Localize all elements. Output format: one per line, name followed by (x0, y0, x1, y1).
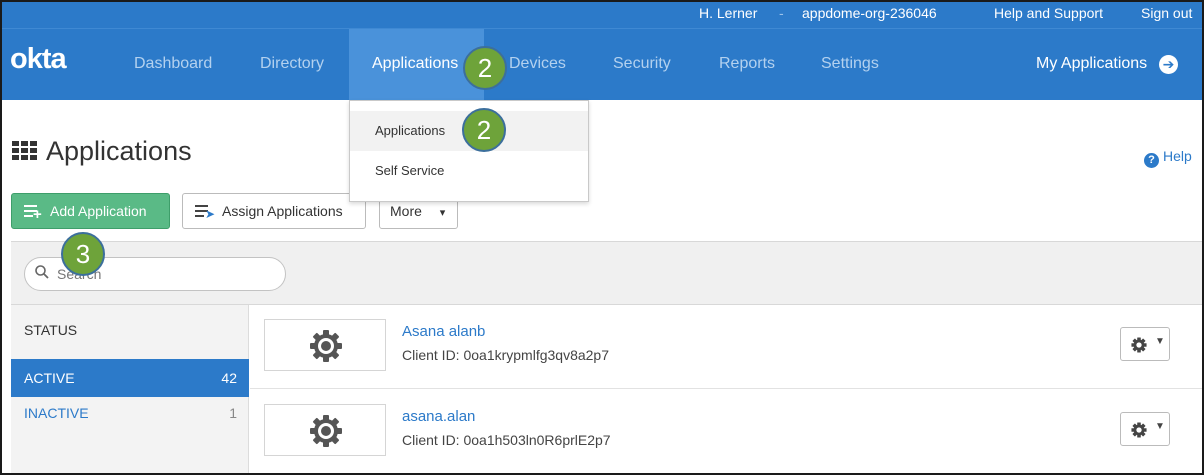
nav-directory[interactable]: Directory (260, 55, 324, 73)
row-actions-button[interactable]: ▼ (1120, 327, 1170, 361)
list-item: asana.alan Client ID: 0oa1h503ln0R6prlE2… (250, 390, 1202, 473)
app-name-link[interactable]: asana.alan (402, 408, 475, 425)
more-label: More (390, 203, 422, 219)
app-logo[interactable] (264, 319, 386, 371)
step-badge-dropdown: 2 (462, 108, 506, 152)
add-application-label: Add Application (50, 203, 147, 219)
step-badge-add-application: 3 (61, 232, 105, 276)
nav-dashboard[interactable]: Dashboard (134, 55, 212, 73)
search-bar (11, 241, 1202, 305)
sidebar-item-active[interactable]: ACTIVE 42 (11, 359, 249, 397)
nav-applications-label: Applications (372, 55, 459, 72)
search-icon (35, 265, 49, 279)
main-nav: okta Dashboard Directory Applications De… (2, 28, 1202, 101)
sidebar-item-count: 1 (229, 405, 237, 421)
status-sidebar: STATUS ACTIVE 42 INACTIVE 1 (11, 305, 249, 473)
nav-devices[interactable]: Devices (509, 55, 566, 73)
sidebar-item-label: ACTIVE (24, 370, 75, 386)
add-list-icon: + (24, 203, 42, 222)
grid-icon (12, 141, 38, 161)
app-client-id: Client ID: 0oa1krypmlfg3qv8a2p7 (402, 347, 610, 363)
gear-icon (310, 330, 342, 362)
help-label: Help (1163, 148, 1192, 164)
assign-applications-button[interactable]: ➤ Assign Applications (182, 193, 366, 229)
org-name-link[interactable]: appdome-org-236046 (802, 5, 937, 21)
my-applications-link[interactable]: My Applications (1036, 55, 1147, 73)
sidebar-item-count: 42 (221, 370, 237, 386)
status-header: STATUS (24, 322, 78, 338)
step-badge-nav: 2 (463, 46, 507, 90)
user-name-link[interactable]: H. Lerner (699, 5, 757, 21)
chevron-down-icon: ▾ (439, 207, 446, 219)
dropdown-item-self-service[interactable]: Self Service (350, 151, 588, 191)
sign-out-link[interactable]: Sign out (1141, 5, 1192, 21)
app-logo[interactable] (264, 404, 386, 456)
page-title: Applications (46, 136, 192, 166)
question-circle-icon: ? (1144, 153, 1159, 168)
gear-icon (310, 415, 342, 447)
assign-applications-label: Assign Applications (222, 203, 343, 219)
add-application-button[interactable]: + Add Application (11, 193, 170, 229)
util-separator: - (779, 5, 784, 21)
utility-bar: H. Lerner - appdome-org-236046 Help and … (2, 2, 1202, 28)
sidebar-item-inactive[interactable]: INACTIVE 1 (11, 394, 249, 432)
help-link[interactable]: ? Help (1144, 148, 1192, 168)
chevron-down-icon: ▼ (1155, 421, 1165, 432)
okta-logo[interactable]: okta (10, 43, 67, 76)
app-client-id: Client ID: 0oa1h503ln0R6prlE2p7 (402, 432, 611, 448)
arrow-circle-right-icon[interactable]: ➔ (1159, 55, 1178, 74)
nav-security[interactable]: Security (613, 55, 671, 73)
list-item: Asana alanb Client ID: 0oa1krypmlfg3qv8a… (250, 305, 1202, 389)
nav-reports[interactable]: Reports (719, 55, 775, 73)
app-name-link[interactable]: Asana alanb (402, 323, 485, 340)
row-actions-button[interactable]: ▼ (1120, 412, 1170, 446)
help-support-link[interactable]: Help and Support (994, 5, 1103, 21)
nav-settings[interactable]: Settings (821, 55, 879, 73)
chevron-down-icon: ▼ (1155, 336, 1165, 347)
app-window: H. Lerner - appdome-org-236046 Help and … (0, 0, 1204, 475)
sidebar-item-label: INACTIVE (24, 405, 89, 421)
gear-icon (1131, 422, 1147, 438)
gear-icon (1131, 337, 1147, 353)
assign-list-icon: ➤ (195, 203, 215, 221)
